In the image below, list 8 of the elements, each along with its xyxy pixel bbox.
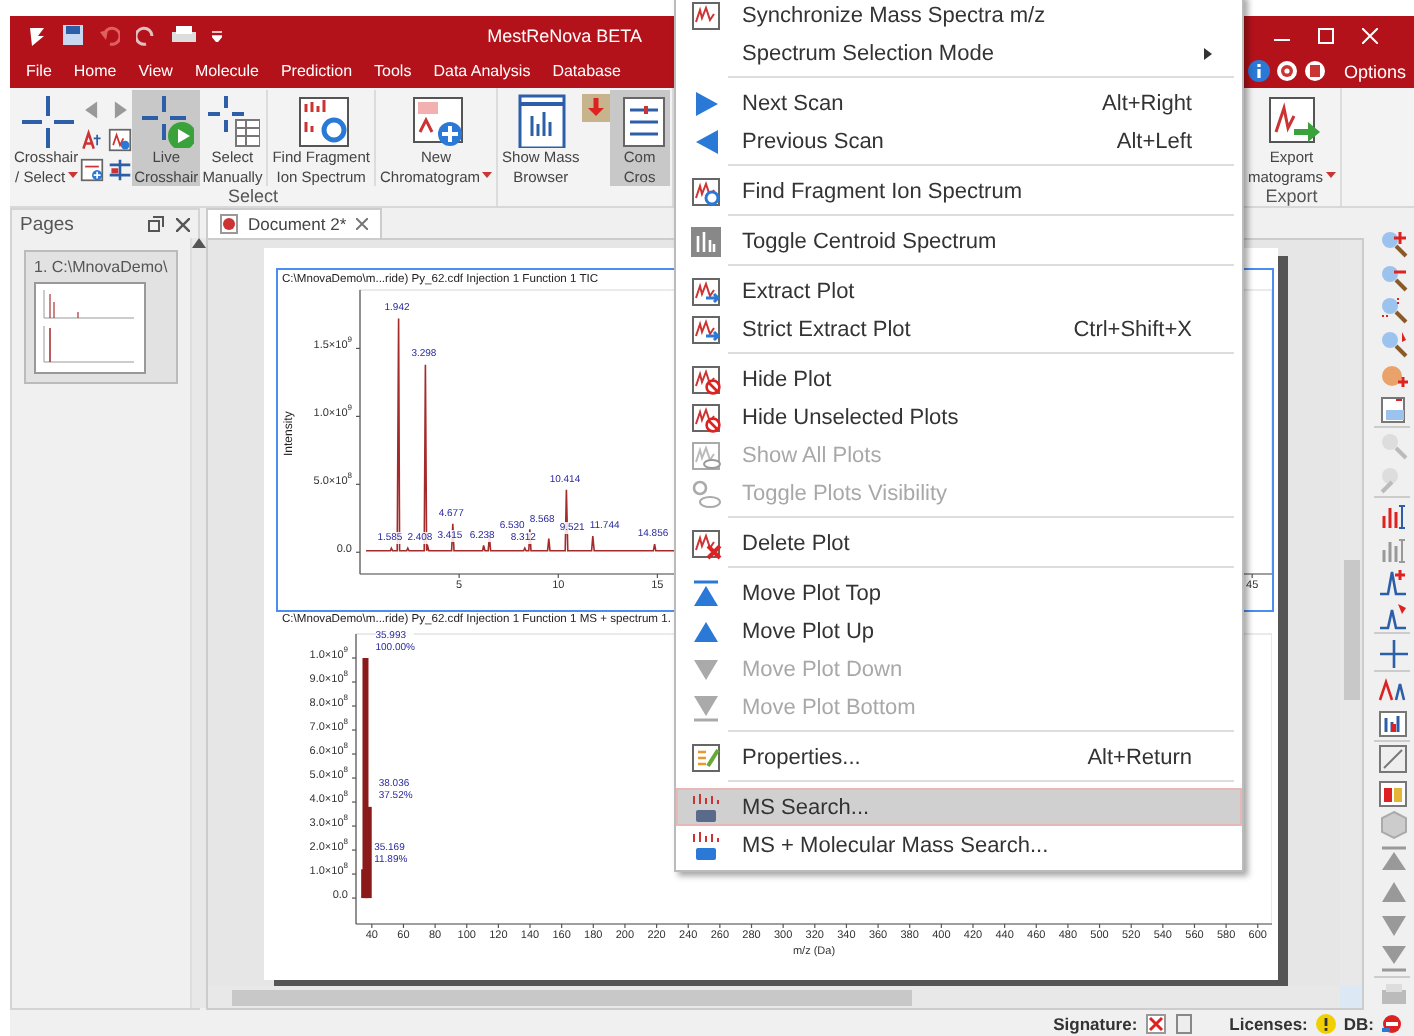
page-label: 1. C:\MnovaDemo\ [34, 258, 168, 276]
group-label: Export [1265, 186, 1318, 206]
database-label: DB: [1343, 1013, 1374, 1033]
licenses-label: Licenses: [1229, 1013, 1308, 1033]
panel-title: Pages [20, 213, 76, 235]
window-title: MestReNova BETA [487, 25, 642, 45]
group-label: Select [228, 186, 279, 206]
signature-label: Signature: [1053, 1013, 1138, 1033]
